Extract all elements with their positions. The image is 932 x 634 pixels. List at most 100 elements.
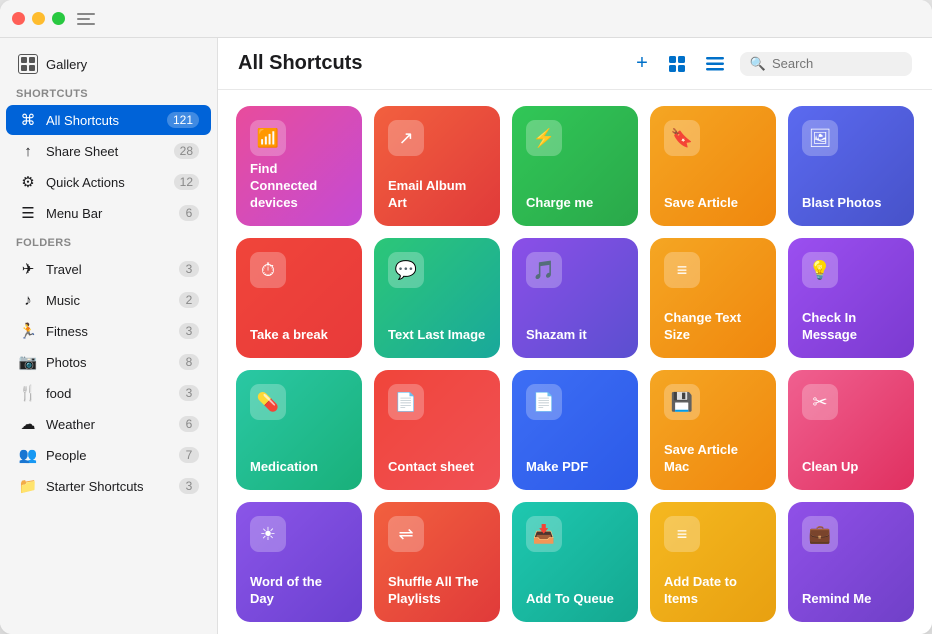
all-shortcuts-label: All Shortcuts	[46, 113, 167, 128]
shortcut-name: Find Connected devices	[250, 161, 348, 212]
shortcut-name: Save Article	[664, 195, 762, 212]
shortcut-card[interactable]: 🎵 Shazam it	[512, 238, 638, 358]
shortcut-card[interactable]: 📶 Find Connected devices	[236, 106, 362, 226]
shortcut-icon: 📄	[526, 384, 562, 420]
sidebar-item-menu-bar[interactable]: ☰ Menu Bar 6	[6, 198, 211, 228]
shortcut-name: Add Date to Items	[664, 574, 762, 608]
shortcut-name: Blast Photos	[802, 195, 900, 212]
shortcut-icon: ☀	[250, 516, 286, 552]
shortcut-name: Remind Me	[802, 591, 900, 608]
shortcut-card[interactable]: ⚡ Charge me	[512, 106, 638, 226]
people-label: People	[46, 448, 179, 463]
list-view-icon	[706, 57, 724, 71]
share-sheet-icon: ↑	[18, 141, 38, 161]
shortcut-card[interactable]: 💾 Save Article Mac	[650, 370, 776, 490]
folders-section-label: Folders	[0, 229, 217, 253]
sidebar-item-people[interactable]: 👥 People 7	[6, 440, 211, 470]
content-area: Gallery Shortcuts ⌘ All Shortcuts 121 ↑ …	[0, 38, 932, 634]
maximize-button[interactable]	[52, 12, 65, 25]
shortcut-icon: 📥	[526, 516, 562, 552]
shortcut-card[interactable]: ⏱ Take a break	[236, 238, 362, 358]
shortcut-card[interactable]: 📥 Add To Queue	[512, 502, 638, 622]
sidebar-item-quick-actions[interactable]: ⚙ Quick Actions 12	[6, 167, 211, 197]
shortcut-icon: ↗	[388, 120, 424, 156]
shortcut-name: Take a break	[250, 327, 348, 344]
music-label: Music	[46, 293, 179, 308]
shortcut-icon: ⏱	[250, 252, 286, 288]
music-icon: ♪	[18, 290, 38, 310]
shortcut-name: Text Last Image	[388, 327, 486, 344]
fitness-icon: 🏃	[18, 321, 38, 341]
shortcut-card[interactable]: ≡ Add Date to Items	[650, 502, 776, 622]
close-button[interactable]	[12, 12, 25, 25]
sidebar-item-food[interactable]: 🍴 food 3	[6, 378, 211, 408]
shortcut-card[interactable]: ☀ Word of the Day	[236, 502, 362, 622]
minimize-button[interactable]	[32, 12, 45, 25]
shortcut-card[interactable]: 💼 Remind Me	[788, 502, 914, 622]
shortcut-name: Word of the Day	[250, 574, 348, 608]
photos-count: 8	[179, 354, 199, 370]
shortcuts-section-label: Shortcuts	[0, 80, 217, 104]
shortcut-name: Shazam it	[526, 327, 624, 344]
shortcut-card[interactable]: ✂ Clean Up	[788, 370, 914, 490]
shortcut-icon: ⚡	[526, 120, 562, 156]
travel-icon: ✈	[18, 259, 38, 279]
sidebar-item-share-sheet[interactable]: ↑ Share Sheet 28	[6, 136, 211, 166]
sidebar-item-starter[interactable]: 📁 Starter Shortcuts 3	[6, 471, 211, 501]
sidebar-item-music[interactable]: ♪ Music 2	[6, 285, 211, 315]
shortcut-name: Change Text Size	[664, 310, 762, 344]
shortcut-icon: ≡	[664, 516, 700, 552]
shortcut-icon: 💡	[802, 252, 838, 288]
shortcut-icon: 💾	[664, 384, 700, 420]
shortcut-icon: 📄	[388, 384, 424, 420]
shortcut-card[interactable]: 💬 Text Last Image	[374, 238, 500, 358]
food-icon: 🍴	[18, 383, 38, 403]
sidebar-item-all-shortcuts[interactable]: ⌘ All Shortcuts 121	[6, 105, 211, 135]
food-count: 3	[179, 385, 199, 401]
shortcut-icon: 🎵	[526, 252, 562, 288]
shortcut-card[interactable]: 🔖 Save Article	[650, 106, 776, 226]
all-shortcuts-count: 121	[167, 112, 199, 128]
quick-actions-label: Quick Actions	[46, 175, 174, 190]
menu-bar-label: Menu Bar	[46, 206, 179, 221]
shortcut-card[interactable]: 🖼 Blast Photos	[788, 106, 914, 226]
add-shortcut-button[interactable]: +	[632, 48, 652, 79]
sidebar-toggle-button[interactable]	[77, 13, 95, 25]
starter-count: 3	[179, 478, 199, 494]
sidebar-item-gallery[interactable]: Gallery	[6, 49, 211, 79]
shortcut-name: Check In Message	[802, 310, 900, 344]
shortcut-card[interactable]: ↗ Email Album Art	[374, 106, 500, 226]
travel-label: Travel	[46, 262, 179, 277]
shortcut-icon: ✂	[802, 384, 838, 420]
grid-view-button[interactable]	[664, 51, 690, 77]
sidebar-item-weather[interactable]: ☁ Weather 6	[6, 409, 211, 439]
menu-bar-icon: ☰	[18, 203, 38, 223]
shortcut-name: Make PDF	[526, 459, 624, 476]
people-icon: 👥	[18, 445, 38, 465]
search-input[interactable]	[772, 56, 902, 71]
shortcut-card[interactable]: 📄 Contact sheet	[374, 370, 500, 490]
weather-icon: ☁	[18, 414, 38, 434]
search-container: 🔍	[740, 52, 912, 76]
fitness-count: 3	[179, 323, 199, 339]
shortcut-card[interactable]: ≡ Change Text Size	[650, 238, 776, 358]
list-view-button[interactable]	[702, 53, 728, 75]
shortcut-icon: 🔖	[664, 120, 700, 156]
shortcut-card[interactable]: 💊 Medication	[236, 370, 362, 490]
sidebar-item-fitness[interactable]: 🏃 Fitness 3	[6, 316, 211, 346]
share-sheet-label: Share Sheet	[46, 144, 174, 159]
page-title: All Shortcuts	[238, 52, 632, 75]
sidebar-item-travel[interactable]: ✈ Travel 3	[6, 254, 211, 284]
gallery-label: Gallery	[46, 57, 199, 72]
shortcut-card[interactable]: 💡 Check In Message	[788, 238, 914, 358]
shortcut-name: Medication	[250, 459, 348, 476]
starter-icon: 📁	[18, 476, 38, 496]
main-header: All Shortcuts +	[218, 38, 932, 90]
shortcut-card[interactable]: ⇌ Shuffle All The Playlists	[374, 502, 500, 622]
shortcut-name: Contact sheet	[388, 459, 486, 476]
shortcut-card[interactable]: 📄 Make PDF	[512, 370, 638, 490]
sidebar-item-photos[interactable]: 📷 Photos 8	[6, 347, 211, 377]
shortcut-icon: 🖼	[802, 120, 838, 156]
shortcut-name: Email Album Art	[388, 178, 486, 212]
shortcut-name: Charge me	[526, 195, 624, 212]
